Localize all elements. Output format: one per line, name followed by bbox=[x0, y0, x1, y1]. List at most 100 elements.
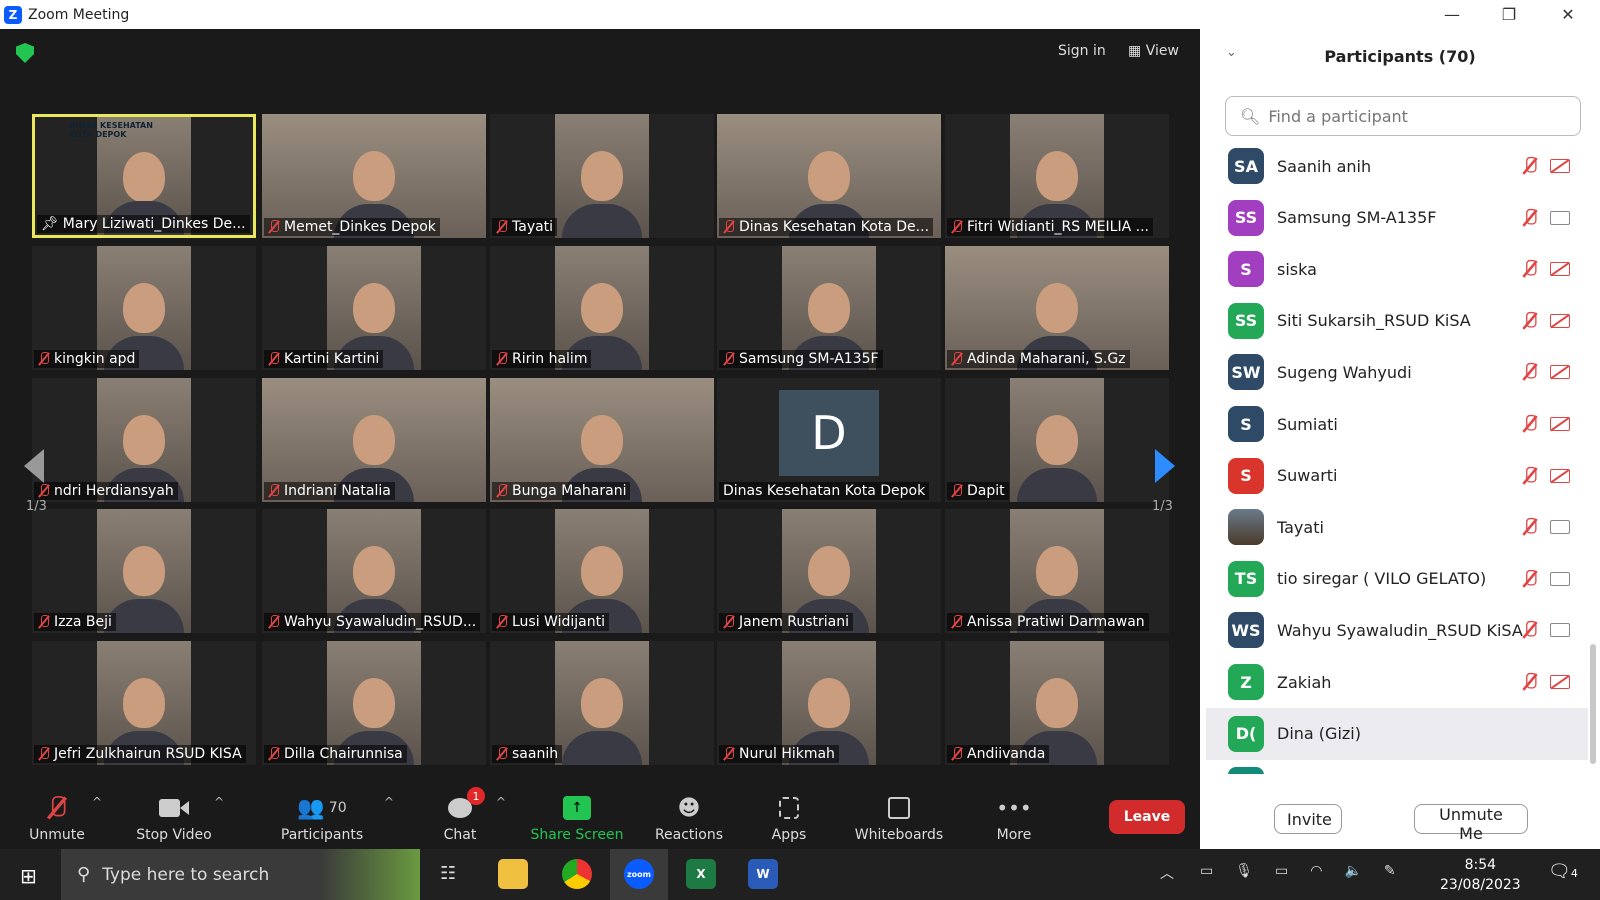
video-tile[interactable]: Adinda Maharani, S.Gz bbox=[945, 246, 1169, 370]
video-on-icon[interactable] bbox=[1550, 623, 1570, 638]
participant-row[interactable]: SS Samsung SM-A135F bbox=[1206, 192, 1588, 244]
participant-search-input[interactable] bbox=[1268, 106, 1569, 126]
video-tile[interactable]: Ririn halim bbox=[490, 246, 714, 370]
next-page-arrow[interactable] bbox=[1155, 449, 1175, 483]
chrome-icon[interactable] bbox=[562, 859, 592, 889]
leave-button[interactable]: Leave bbox=[1109, 800, 1185, 834]
chat-button[interactable]: 1 Chat bbox=[440, 781, 485, 849]
tray-overflow-icon[interactable]: ︿ bbox=[1160, 863, 1174, 883]
unmute-button[interactable]: Unmute bbox=[26, 781, 88, 849]
notifications-icon[interactable]: 🗨4 bbox=[1548, 861, 1578, 882]
zoom-app-icon[interactable]: zoom bbox=[624, 859, 654, 889]
video-off-icon[interactable] bbox=[1550, 262, 1570, 277]
video-tile[interactable]: Kartini Kartini bbox=[262, 246, 486, 370]
video-tile[interactable]: Anissa Pratiwi Darmawan bbox=[945, 509, 1169, 633]
video-tile[interactable]: Tayati bbox=[490, 114, 714, 238]
participant-search[interactable]: 🔍︎ bbox=[1225, 96, 1581, 136]
video-off-icon[interactable] bbox=[1550, 159, 1570, 173]
excel-icon[interactable]: X bbox=[686, 859, 716, 889]
video-tile[interactable]: Izza Beji bbox=[32, 509, 256, 633]
whiteboards-button[interactable]: Whiteboards bbox=[853, 781, 945, 849]
clock[interactable]: 8:54 23/08/2023 bbox=[1440, 855, 1521, 895]
video-tile[interactable]: kingkin apd bbox=[32, 246, 256, 370]
previous-page-arrow[interactable] bbox=[24, 449, 44, 483]
muted-mic-icon[interactable] bbox=[1522, 260, 1538, 278]
apps-button[interactable]: Apps bbox=[768, 781, 810, 849]
file-explorer-icon[interactable] bbox=[498, 859, 528, 889]
participant-row[interactable]: D(Dina (Gizi) bbox=[1206, 707, 1588, 760]
view-button[interactable]: ▦ View bbox=[1128, 43, 1179, 59]
muted-mic-icon[interactable] bbox=[1522, 518, 1538, 536]
more-button[interactable]: ••• More bbox=[994, 781, 1034, 849]
stop-video-button[interactable]: Stop Video bbox=[134, 781, 214, 849]
participant-row[interactable]: SS Siti Sukarsih_RSUD KiSA bbox=[1206, 295, 1588, 347]
participant-row[interactable]: CCik... bbox=[1206, 759, 1588, 774]
participant-row[interactable]: TS tio siregar ( VILO GELATO) bbox=[1206, 553, 1588, 605]
reactions-button[interactable]: ☻ Reactions bbox=[654, 781, 724, 849]
video-tile[interactable]: Dapit bbox=[945, 378, 1169, 502]
restore-icon[interactable]: ❐ bbox=[1481, 0, 1537, 29]
video-tile[interactable]: Lusi Widijanti bbox=[490, 509, 714, 633]
muted-mic-icon bbox=[268, 484, 280, 498]
task-view-icon[interactable]: ☷ bbox=[440, 863, 456, 884]
muted-mic-icon[interactable] bbox=[1522, 672, 1538, 691]
participant-row[interactable]: WS Wahyu Syawaludin_RSUD KiSA bbox=[1206, 604, 1588, 656]
invite-button[interactable]: Invite bbox=[1274, 804, 1342, 834]
video-tile[interactable]: saanih bbox=[490, 641, 714, 765]
video-tile[interactable]: Wahyu Syawaludin_RSUD... bbox=[262, 509, 486, 633]
taskbar-search[interactable]: ⚲ Type here to search bbox=[61, 849, 420, 900]
video-tile[interactable]: Indriani Natalia bbox=[262, 378, 486, 502]
participant-list-scrollbar[interactable] bbox=[1590, 644, 1596, 764]
video-on-icon[interactable] bbox=[1550, 210, 1570, 225]
video-tile[interactable]: ndri Herdiansyah bbox=[32, 378, 256, 502]
muted-mic-icon[interactable] bbox=[1522, 466, 1538, 484]
video-tile[interactable]: Memet_Dinkes Depok bbox=[262, 114, 486, 238]
video-tile[interactable]: Andiivanda bbox=[945, 641, 1169, 765]
audio-options-caret[interactable]: ^ bbox=[92, 795, 102, 809]
unmute-me-button[interactable]: Unmute Me bbox=[1414, 804, 1528, 843]
video-tile[interactable]: Samsung SM-A135F bbox=[717, 246, 941, 370]
video-tile[interactable]: DINAS KESEHATAN KOTA DEPOK 📌︎ Mary Liziwat… bbox=[32, 114, 256, 238]
video-tile[interactable]: Jefri Zulkhairun RSUD KISA bbox=[32, 641, 256, 765]
minimize-icon[interactable]: — bbox=[1424, 0, 1480, 29]
video-options-caret[interactable]: ^ bbox=[214, 795, 224, 809]
sign-in-button[interactable]: Sign in bbox=[1058, 43, 1106, 59]
participant-row[interactable]: S Suwarti bbox=[1206, 450, 1588, 502]
muted-mic-icon[interactable] bbox=[1522, 363, 1538, 381]
video-tile[interactable]: Nurul Hikmah bbox=[717, 641, 941, 765]
video-off-icon[interactable] bbox=[1550, 417, 1570, 431]
muted-mic-icon[interactable] bbox=[1522, 156, 1538, 175]
muted-mic-icon[interactable] bbox=[1522, 208, 1538, 226]
muted-mic-icon[interactable] bbox=[1522, 621, 1538, 639]
video-on-icon[interactable] bbox=[1550, 520, 1570, 535]
word-icon[interactable]: W bbox=[748, 859, 778, 889]
close-icon[interactable]: ✕ bbox=[1540, 0, 1596, 29]
muted-mic-icon[interactable] bbox=[1522, 311, 1538, 330]
muted-mic-icon[interactable] bbox=[1522, 414, 1538, 433]
video-tile[interactable]: D Dinas Kesehatan Kota Depok bbox=[717, 378, 941, 502]
participant-row[interactable]: Z Zakiah bbox=[1206, 656, 1588, 708]
muted-mic-icon[interactable] bbox=[1522, 569, 1538, 588]
participant-row[interactable]: SA Saanih anih bbox=[1206, 140, 1588, 192]
video-tile[interactable]: Dinas Kesehatan Kota De... bbox=[717, 114, 941, 238]
video-off-icon[interactable] bbox=[1550, 675, 1570, 689]
participants-options-caret[interactable]: ^ bbox=[384, 795, 394, 809]
participant-row[interactable]: SW Sugeng Wahyudi bbox=[1206, 346, 1588, 398]
system-tray-icons[interactable]: ▭🎙▭◠🔈✎ bbox=[1200, 863, 1418, 879]
participant-row[interactable]: S Sumiati bbox=[1206, 398, 1588, 450]
chat-options-caret[interactable]: ^ bbox=[496, 795, 506, 809]
video-on-icon[interactable] bbox=[1550, 571, 1570, 586]
participants-button[interactable]: 👥 70 Participants bbox=[280, 781, 364, 849]
share-screen-button[interactable]: ↑ Share Screen bbox=[530, 781, 624, 849]
participant-row[interactable]: Tayati bbox=[1206, 501, 1588, 553]
video-tile[interactable]: Dilla Chairunnisa bbox=[262, 641, 486, 765]
participant-row[interactable]: Ssiska bbox=[1206, 243, 1588, 295]
security-shield-icon[interactable] bbox=[16, 43, 34, 63]
windows-start-icon[interactable]: ⊞ bbox=[20, 864, 37, 888]
video-tile[interactable]: Janem Rustriani bbox=[717, 509, 941, 633]
video-tile[interactable]: Bunga Maharani bbox=[490, 378, 714, 502]
video-tile[interactable]: Fitri Widianti_RS MEILIA ... bbox=[945, 114, 1169, 238]
video-off-icon[interactable] bbox=[1550, 365, 1570, 380]
video-off-icon[interactable] bbox=[1550, 313, 1570, 328]
video-off-icon[interactable] bbox=[1550, 468, 1570, 483]
